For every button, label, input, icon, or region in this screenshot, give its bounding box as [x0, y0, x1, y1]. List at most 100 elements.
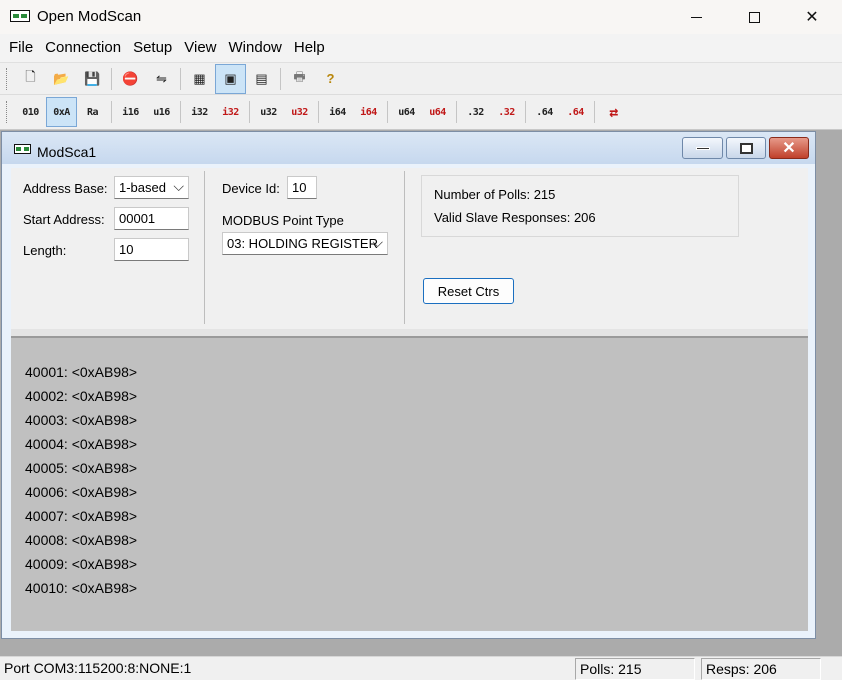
toolbar-separator: [180, 101, 181, 123]
monitor-icon: ▤: [255, 70, 268, 86]
responses-count-label: Valid Slave Responses: 206: [434, 210, 596, 225]
print-icon: 🖶: [293, 68, 306, 84]
format-uint16-button[interactable]: u16: [146, 97, 177, 127]
register-row[interactable]: 40009: <0xAB98>: [25, 556, 137, 572]
format-uint64-swapped-button[interactable]: u64: [422, 97, 453, 127]
register-row[interactable]: 40010: <0xAB98>: [25, 580, 137, 596]
start-address-input[interactable]: 00001: [114, 207, 189, 230]
format-int32-swapped-button[interactable]: i32: [215, 97, 246, 127]
maximize-button[interactable]: [725, 0, 783, 34]
point-type-select[interactable]: 03: HOLDING REGISTER ⌵: [222, 232, 388, 255]
close-button[interactable]: ✕: [783, 0, 841, 34]
disconnect-icon: ⛔: [122, 70, 139, 86]
toolbar-grip[interactable]: [6, 67, 9, 90]
register-row[interactable]: 40008: <0xAB98>: [25, 532, 137, 548]
disconnect-button[interactable]: ⛔: [115, 64, 146, 94]
maximize-icon: [748, 11, 760, 23]
connect-button[interactable]: ⇋: [146, 64, 177, 94]
menu-file[interactable]: File: [3, 34, 39, 62]
chevron-down-icon: ⌵: [173, 178, 184, 194]
format-ansi-button[interactable]: Ra: [77, 97, 108, 127]
format-uint32-button[interactable]: u32: [253, 97, 284, 127]
swap-bytes-button[interactable]: ⇄: [598, 97, 629, 127]
child-app-icon: [14, 144, 31, 154]
format-int64-button[interactable]: i64: [322, 97, 353, 127]
maximize-icon: [739, 142, 753, 154]
swap-arrows-icon: ⇄: [609, 103, 618, 121]
format-float64-swapped-button[interactable]: .64: [560, 97, 591, 127]
register-row[interactable]: 40002: <0xAB98>: [25, 388, 137, 404]
toolbar-grip[interactable]: [6, 101, 9, 123]
save-disk-icon: 💾: [84, 70, 101, 86]
toolbar-separator: [456, 101, 457, 123]
reset-counters-button[interactable]: Reset Ctrs: [423, 278, 514, 304]
monitor-button[interactable]: ▤: [246, 64, 277, 94]
new-file-icon: 🗋: [25, 68, 36, 84]
toolbar-separator: [249, 101, 250, 123]
chevron-down-icon: ⌵: [372, 234, 383, 250]
format-int32-button[interactable]: i32: [184, 97, 215, 127]
format-float32-button[interactable]: .32: [460, 97, 491, 127]
register-row[interactable]: 40003: <0xAB98>: [25, 412, 137, 428]
save-button[interactable]: 💾: [77, 64, 108, 94]
format-float32-swapped-button[interactable]: .32: [491, 97, 522, 127]
device-id-input[interactable]: 10: [287, 176, 317, 199]
toolbar-separator: [387, 101, 388, 123]
splitter[interactable]: [11, 329, 808, 338]
format-hex-button[interactable]: 0xA: [46, 97, 77, 127]
format-uint64-button[interactable]: u64: [391, 97, 422, 127]
register-row[interactable]: 40006: <0xAB98>: [25, 484, 137, 500]
window-title: Open ModScan: [37, 8, 142, 25]
point-type-value: 03: HOLDING REGISTER: [227, 236, 378, 251]
open-button[interactable]: 📂: [46, 64, 77, 94]
menu-view[interactable]: View: [178, 34, 222, 62]
device-id-label: Device Id:: [222, 181, 280, 196]
child-maximize-button[interactable]: [726, 137, 766, 159]
data-definition-icon: ▦: [193, 70, 206, 86]
polls-count-label: Number of Polls: 215: [434, 187, 556, 202]
child-titlebar: ModSca1 ✕: [2, 132, 815, 164]
register-row[interactable]: 40007: <0xAB98>: [25, 508, 137, 524]
point-type-label: MODBUS Point Type: [222, 213, 344, 228]
display-options-button[interactable]: ▣: [215, 63, 246, 94]
close-icon: ✕: [805, 9, 819, 26]
help-icon: ?: [326, 71, 335, 86]
new-button[interactable]: 🗋: [15, 64, 46, 94]
menubar: File Connection Setup View Window Help: [0, 34, 842, 62]
data-definition-button[interactable]: ▦: [184, 64, 215, 94]
minimize-button[interactable]: [667, 0, 725, 34]
register-row[interactable]: 40005: <0xAB98>: [25, 460, 137, 476]
start-address-label: Start Address:: [23, 212, 105, 227]
menu-setup[interactable]: Setup: [127, 34, 178, 62]
toolbar-separator: [594, 101, 595, 123]
help-button[interactable]: ?: [315, 64, 346, 94]
format-octal-button[interactable]: 010: [15, 97, 46, 127]
address-base-select[interactable]: 1-based ⌵: [114, 176, 189, 199]
minimize-icon: [690, 16, 702, 18]
child-close-button[interactable]: ✕: [769, 137, 809, 159]
format-int16-button[interactable]: i16: [115, 97, 146, 127]
child-minimize-button[interactable]: [682, 137, 723, 159]
address-base-value: 1-based: [119, 180, 166, 195]
print-button[interactable]: 🖶: [284, 64, 315, 94]
register-row[interactable]: 40004: <0xAB98>: [25, 436, 137, 452]
close-icon: ✕: [782, 140, 796, 157]
counters-group: Number of Polls: 215 Valid Slave Respons…: [421, 175, 739, 237]
format-int64-swapped-button[interactable]: i64: [353, 97, 384, 127]
length-input[interactable]: 10: [114, 238, 189, 261]
register-row[interactable]: 40001: <0xAB98>: [25, 364, 137, 380]
connect-icon: ⇋: [156, 70, 167, 86]
display-options-icon: ▣: [224, 70, 237, 86]
panel-divider: [204, 171, 205, 324]
toolbar-separator: [280, 67, 281, 90]
app-icon: [10, 10, 30, 22]
menu-help[interactable]: Help: [288, 34, 331, 62]
format-toolbar: 010 0xA Ra i16 u16 i32 i32 u32 u32 i64 i…: [0, 94, 842, 130]
port-status: Port COM3:115200:8:NONE:1: [4, 660, 192, 676]
child-title: ModSca1: [37, 144, 97, 160]
length-label: Length:: [23, 243, 67, 258]
menu-window[interactable]: Window: [223, 34, 288, 62]
format-float64-button[interactable]: .64: [529, 97, 560, 127]
format-uint32-swapped-button[interactable]: u32: [284, 97, 315, 127]
menu-connection[interactable]: Connection: [39, 34, 127, 62]
